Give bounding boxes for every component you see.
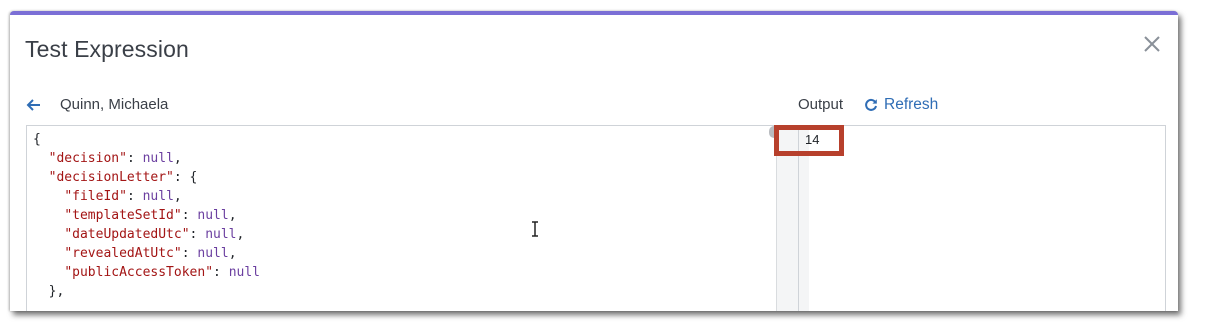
refresh-icon: [865, 98, 877, 111]
refresh-button[interactable]: Refresh: [864, 94, 938, 116]
refresh-label: Refresh: [884, 96, 939, 113]
text-cursor-icon: [530, 220, 540, 238]
code-line: "decisionLetter": {: [48, 170, 198, 185]
output-highlight: [774, 125, 844, 156]
code-line: "templateSetId": null,: [64, 208, 237, 223]
test-expression-dialog: Test Expression Quinn, Michaela Output R…: [10, 11, 1178, 311]
output-panel: [798, 125, 1166, 311]
code-line: {: [33, 132, 41, 147]
expression-editor[interactable]: { "decision": null, "decisionLetter": { …: [26, 125, 777, 311]
dialog-title: Test Expression: [25, 36, 189, 62]
close-icon[interactable]: [1141, 33, 1163, 55]
code-line: "revealedAtUtc": null,: [64, 246, 237, 261]
code-line: "fileId": null,: [64, 189, 182, 204]
code-line: "publicAccessToken": null: [64, 265, 260, 280]
code-line: },: [33, 284, 65, 299]
code-line: "decision": null,: [48, 151, 182, 166]
editor-code[interactable]: { "decision": null, "decisionLetter": { …: [33, 130, 260, 301]
record-name: Quinn, Michaela: [60, 96, 169, 113]
output-label: Output: [798, 96, 844, 113]
arrow-left-icon[interactable]: [26, 97, 42, 113]
code-line: "dateUpdatedUtc": null,: [64, 227, 245, 242]
